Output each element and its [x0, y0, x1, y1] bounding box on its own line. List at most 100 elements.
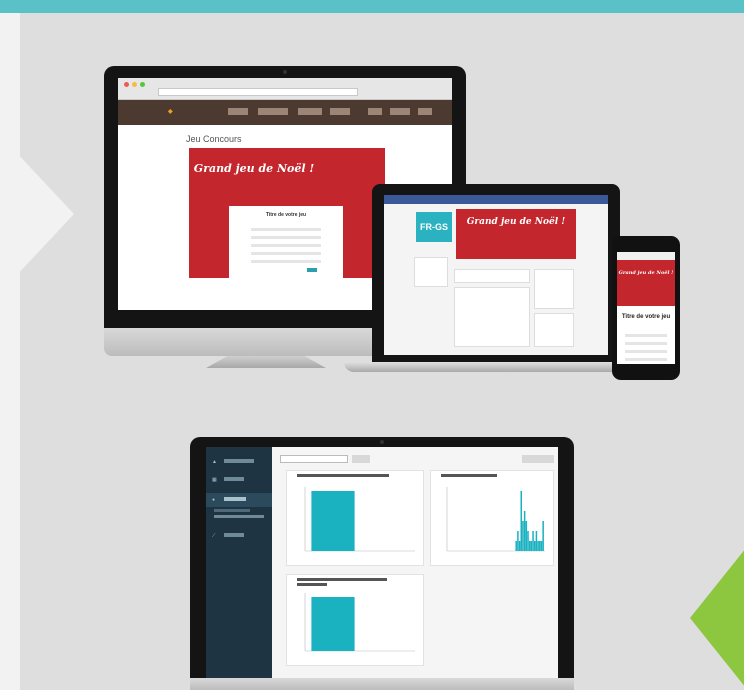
- chart-bar: [515, 541, 517, 551]
- sidebar-subitem[interactable]: [214, 509, 250, 512]
- chart-card: [286, 470, 424, 566]
- feed-post: [454, 287, 530, 347]
- chart-icon[interactable]: ▲: [212, 459, 217, 465]
- camera-dot: [380, 440, 384, 444]
- chart-bar: [540, 541, 543, 551]
- chart-bar: [533, 541, 536, 551]
- chart-bar: [537, 541, 539, 551]
- right-chevron-decoration: [690, 548, 744, 688]
- camera-dot: [283, 70, 287, 74]
- phone-form-field[interactable]: [625, 342, 667, 345]
- side-box: [534, 313, 574, 347]
- chart-bar: [518, 541, 521, 551]
- contest-banner: Grand jeu de Noël ! Titre de votre jeu: [189, 148, 385, 278]
- list-icon[interactable]: ▦: [212, 477, 217, 483]
- minimize-dot[interactable]: [132, 82, 137, 87]
- chart-bar: [542, 521, 544, 551]
- monitor-chin: [190, 678, 574, 690]
- dashboard-monitor: ▲ ▦ ● ⟋: [190, 437, 574, 678]
- browser-toolbar: [118, 78, 452, 100]
- chart-plot: [301, 591, 417, 657]
- form-title: Titre de votre jeu: [265, 212, 307, 218]
- form-field[interactable]: [251, 260, 321, 263]
- nav-item[interactable]: [298, 108, 322, 115]
- bar-chart: [446, 487, 545, 552]
- sidebar-item[interactable]: [224, 459, 254, 463]
- left-menu: [414, 257, 448, 287]
- maximize-dot[interactable]: [140, 82, 145, 87]
- nav-item[interactable]: [390, 108, 410, 115]
- facebook-top-bar: [384, 195, 608, 204]
- chart-bar: [528, 541, 531, 551]
- chart-bar: [527, 531, 529, 551]
- side-box: [534, 269, 574, 309]
- nav-item[interactable]: [418, 108, 432, 115]
- chart-bar: [532, 531, 534, 551]
- chart-bar: [523, 511, 526, 551]
- chart-plot: [301, 485, 417, 557]
- close-dot[interactable]: [124, 82, 129, 87]
- chart-title: [297, 578, 387, 581]
- left-chevron-decoration: [0, 135, 74, 293]
- form-field[interactable]: [251, 236, 321, 239]
- user-icon[interactable]: ●: [212, 497, 215, 503]
- smartphone: Grand jeu de Noël ! Titre de votre jeu: [612, 236, 680, 380]
- contest-select[interactable]: [280, 455, 348, 463]
- chart-title: [297, 583, 327, 586]
- site-logo: ◆: [168, 109, 173, 115]
- dashboard-screen: ▲ ▦ ● ⟋: [206, 447, 558, 678]
- chart-title: [297, 474, 389, 477]
- laptop-screen: FR-GS Grand jeu de Noël !: [384, 195, 608, 355]
- submit-button[interactable]: [307, 268, 317, 272]
- bar-chart: [304, 487, 415, 552]
- export-button[interactable]: [522, 455, 554, 463]
- nav-item[interactable]: [258, 108, 288, 115]
- form-field[interactable]: [251, 228, 321, 231]
- phone-form-field[interactable]: [625, 350, 667, 353]
- nav-item[interactable]: [330, 108, 350, 115]
- page-logo: FR-GS: [416, 212, 452, 242]
- banner-title: Grand jeu de Noël !: [193, 162, 315, 175]
- address-bar[interactable]: [158, 88, 358, 96]
- page-title: Jeu Concours: [186, 134, 242, 144]
- chart-title: [441, 474, 497, 477]
- filter-button[interactable]: [352, 455, 370, 463]
- sidebar-item[interactable]: [224, 497, 246, 501]
- chart-card: [286, 574, 424, 666]
- chart-bar: [525, 521, 528, 551]
- chart-bar: [522, 521, 524, 551]
- phone-banner-title: Grand jeu de Noël !: [618, 270, 674, 276]
- cover-title: Grand jeu de Noël !: [466, 217, 566, 227]
- dashboard-sidebar: ▲ ▦ ● ⟋: [206, 447, 272, 678]
- sidebar-subitem[interactable]: [214, 515, 264, 518]
- phone-form-field[interactable]: [625, 358, 667, 361]
- top-accent-bar: [0, 0, 744, 13]
- chart-card: [430, 470, 554, 566]
- cover-banner: Grand jeu de Noël !: [456, 209, 576, 259]
- phone-form-title: Titre de votre jeu: [621, 314, 671, 320]
- chart-bar: [535, 531, 538, 551]
- phone-banner: Grand jeu de Noël !: [617, 260, 675, 306]
- phone-status-bar: [617, 252, 675, 260]
- nav-item[interactable]: [368, 108, 382, 115]
- phone-screen: Grand jeu de Noël ! Titre de votre jeu: [617, 252, 675, 364]
- laptop-base: [344, 362, 648, 372]
- chart-bar: [311, 491, 355, 551]
- chart-plot: [443, 485, 547, 557]
- nav-item[interactable]: [228, 108, 248, 115]
- chart-bar: [311, 597, 355, 651]
- phone-form-field[interactable]: [625, 334, 667, 337]
- line-chart-icon[interactable]: ⟋: [212, 533, 216, 539]
- laptop: FR-GS Grand jeu de Noël !: [372, 184, 620, 362]
- chart-bar: [530, 541, 533, 551]
- bar-chart: [304, 593, 415, 652]
- form-field[interactable]: [251, 244, 321, 247]
- chart-bar: [517, 531, 519, 551]
- sidebar-item[interactable]: [224, 477, 244, 481]
- chart-bar: [520, 491, 523, 551]
- contest-form: Titre de votre jeu: [229, 206, 343, 278]
- sidebar-item[interactable]: [224, 533, 244, 537]
- chart-bar: [539, 541, 541, 551]
- post-box[interactable]: [454, 269, 530, 283]
- form-field[interactable]: [251, 252, 321, 255]
